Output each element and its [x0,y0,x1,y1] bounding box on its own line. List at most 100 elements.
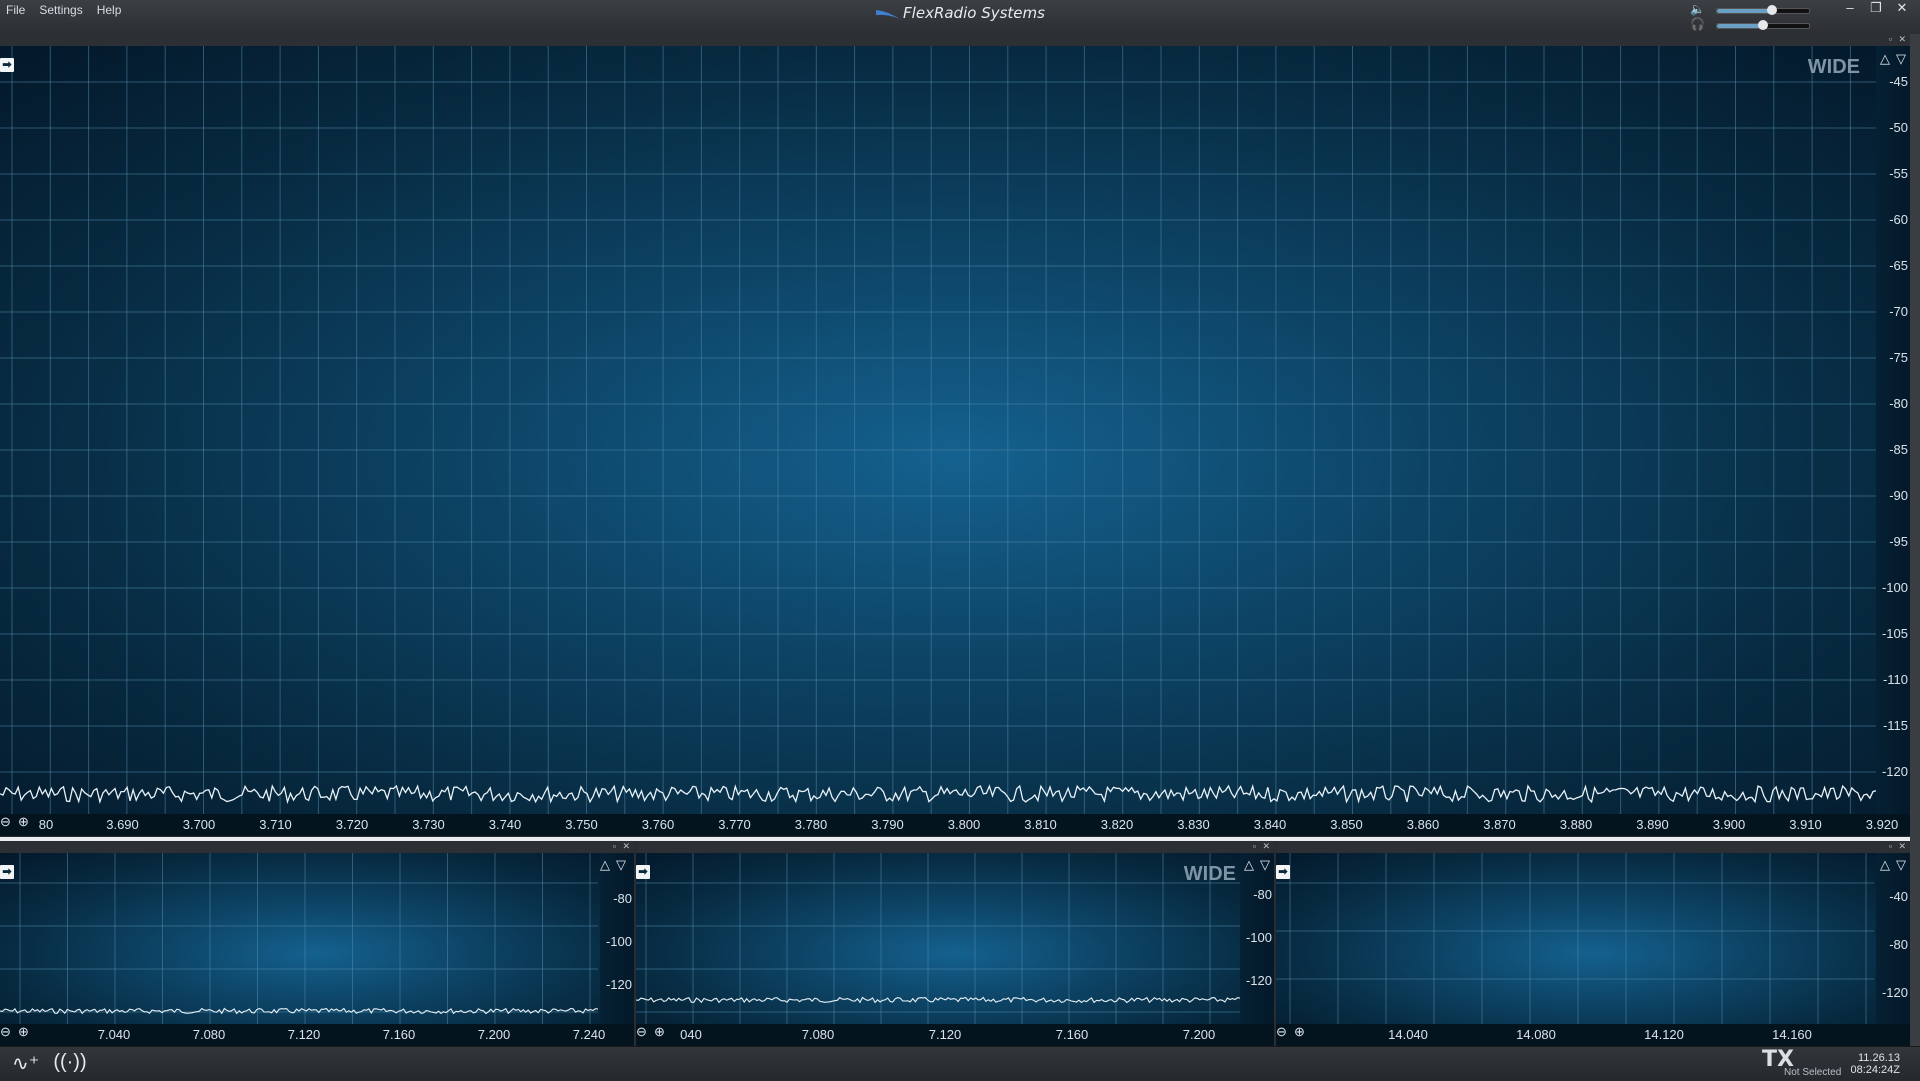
pan2-dbm-label: -120 [1245,973,1272,988]
main-dbm-label: -110 [1882,672,1908,687]
app-title: FlexRadio Systems [0,4,1920,22]
pan2-frequency-scale[interactable]: 040 7.080 7.120 7.160 7.200 [636,1024,1274,1046]
pan2-up-arrow-icon[interactable]: △ [1244,857,1254,873]
main-dbm-label: -105 [1881,626,1908,641]
pan1-freq-label: 7.080 [192,1027,226,1042]
main-dbm-label: -95 [1889,534,1908,549]
main-pan-up-arrow-icon[interactable]: △ [1880,51,1890,67]
pan3-frequency-scale[interactable]: 14.040 14.080 14.120 14.160 [1276,1024,1910,1046]
pan2-grid [636,853,1241,1024]
pan1-dbm-label: -100 [605,934,632,949]
pan2-freq-label: 7.200 [1182,1027,1216,1042]
panadapter-40m-left[interactable]: -80 -100 -120 7.040 7.080 7.120 7.160 7.200 7.2… [0,853,634,1046]
pan2-float-icon[interactable]: ▫ [1253,841,1256,851]
main-freq-label: 3.870 [1483,817,1516,832]
tx-status-text: Not Selected [1784,1067,1842,1078]
pan3-freq-label: 14.160 [1772,1027,1812,1042]
main-freq-label: 3.890 [1636,817,1669,832]
main-pan-arrow-button[interactable]: ➡ [0,58,14,72]
main-freq-label: 3.770 [718,817,751,832]
window-right-edge [1910,34,1920,1046]
pan3-freq-label: 14.080 [1516,1027,1556,1042]
main-freq-label: 3.880 [1559,817,1593,832]
main-pan-close-icon[interactable]: ✕ [1898,34,1906,45]
pan3-dbm-label: -120 [1881,985,1908,1000]
pan3-dbm-label: -40 [1889,889,1908,904]
pan1-frequency-scale[interactable]: 7.040 7.080 7.120 7.160 7.200 7.240 [0,1024,634,1046]
pan3-zoom-in-icon[interactable]: ⊕ [1294,1024,1305,1040]
panadapter-40m-right[interactable]: -80 -100 -120 040 7.080 7.120 7.160 7.200 ➡ WI… [636,853,1274,1046]
pan2-dbm-scale[interactable]: -80 -100 -120 [1240,853,1274,1046]
pan1-freq-label: 7.200 [477,1027,511,1042]
pan3-up-arrow-icon[interactable]: △ [1880,857,1890,873]
pan1-freq-label: 7.120 [287,1027,321,1042]
main-dbm-scale[interactable]: -45 -50 -55 -60 -65 -70 -75 -80 -85 -90 -95 -100 -10… [1876,46,1910,836]
add-panadapter-icon[interactable]: ∿⁺ [12,1051,39,1076]
main-freq-label: 3.860 [1406,817,1440,832]
main-freq-label: 3.720 [335,817,369,832]
main-dbm-label: -100 [1881,580,1908,595]
main-dbm-label: -45 [1889,74,1908,89]
close-button[interactable]: ✕ [1892,0,1912,16]
pan1-down-arrow-icon[interactable]: ▽ [616,857,626,873]
main-dbm-label: -90 [1889,488,1908,503]
main-freq-label: 3.700 [182,817,216,832]
pan2-down-arrow-icon[interactable]: ▽ [1260,857,1270,873]
pan1-zoom-in-icon[interactable]: ⊕ [18,1024,29,1040]
pan2-freq-label: 7.120 [928,1027,962,1042]
pan1-freq-label: 7.240 [572,1027,606,1042]
panadapter-20m[interactable]: -40 -80 -120 14.040 14.080 14.120 14.160 ➡ △ … [1276,853,1910,1046]
main-zoom-in-icon[interactable]: ⊕ [18,814,29,830]
pan1-zoom-out-icon[interactable]: ⊖ [0,1024,11,1040]
main-spectrum-trace [0,784,1877,805]
pan2-dbm-label: -100 [1245,930,1272,945]
pan3-down-arrow-icon[interactable]: ▽ [1896,857,1906,873]
main-freq-label: 3.830 [1177,817,1210,832]
main-dbm-label: -55 [1889,166,1908,181]
pan1-grid [0,853,599,1024]
main-panadapter[interactable]: -45 -50 -55 -60 -65 -70 -75 -80 -85 -90 -95 -100 -10… [0,46,1910,836]
main-freq-label: 3.800 [947,817,981,832]
headphones-icon: 🎧 [1690,17,1705,31]
antenna-signal-icon[interactable]: ((·)) [53,1051,86,1076]
main-pan-down-arrow-icon[interactable]: ▽ [1896,51,1906,67]
restore-button[interactable]: ❐ [1866,0,1886,16]
pan2-zoom-out-icon[interactable]: ⊖ [636,1024,647,1040]
pan1-arrow-button[interactable]: ➡ [0,865,14,879]
pan3-freq-label: 14.040 [1388,1027,1428,1042]
pan3-dbm-scale[interactable]: -40 -80 -120 [1876,853,1910,1046]
pan1-up-arrow-icon[interactable]: △ [600,857,610,873]
main-dbm-label: -70 [1889,304,1908,319]
clock-time: 08:24:24Z [1850,1064,1900,1076]
main-zoom-out-icon[interactable]: ⊖ [0,814,11,830]
main-frequency-scale[interactable]: 80 3.690 3.700 3.710 3.720 3.730 3.740 3.750 3.7… [0,814,1910,836]
main-dbm-label: -65 [1889,258,1908,273]
pan2-close-icon[interactable]: ✕ [1262,841,1270,852]
main-freq-label: 3.840 [1253,817,1287,832]
main-freq-label: 3.750 [565,817,598,832]
main-pan-float-icon[interactable]: ▫ [1889,34,1892,44]
minimize-button[interactable]: – [1840,0,1860,16]
pan3-float-icon[interactable]: ▫ [1889,841,1892,851]
pan1-dbm-scale[interactable]: -80 -100 -120 [600,853,634,1046]
pan1-freq-label: 7.040 [97,1027,131,1042]
pan1-close-icon[interactable]: ✕ [622,841,630,852]
pan2-mode-label: WIDE [1183,863,1236,885]
pan2-arrow-button[interactable]: ➡ [636,865,650,879]
speaker-volume-slider[interactable] [1716,5,1810,15]
main-pan-mode-label: WIDE [1807,56,1860,78]
pan1-float-icon[interactable]: ▫ [613,841,616,851]
flexradio-logo-icon [876,9,901,19]
pan3-zoom-out-icon[interactable]: ⊖ [1276,1024,1287,1040]
pan2-freq-label: 040 [680,1027,702,1042]
pan3-close-icon[interactable]: ✕ [1898,841,1906,852]
headphone-volume-slider[interactable] [1716,20,1810,30]
clock-date: 11.26.13 [1857,1052,1900,1064]
main-freq-label: 80 [38,817,54,832]
main-freq-label: 3.760 [641,817,675,832]
pan3-grid [1276,853,1874,1024]
pan2-dbm-label: -80 [1253,887,1272,902]
pan2-zoom-in-icon[interactable]: ⊕ [654,1024,665,1040]
main-freq-label: 3.900 [1712,817,1746,832]
pan3-arrow-button[interactable]: ➡ [1276,865,1290,879]
